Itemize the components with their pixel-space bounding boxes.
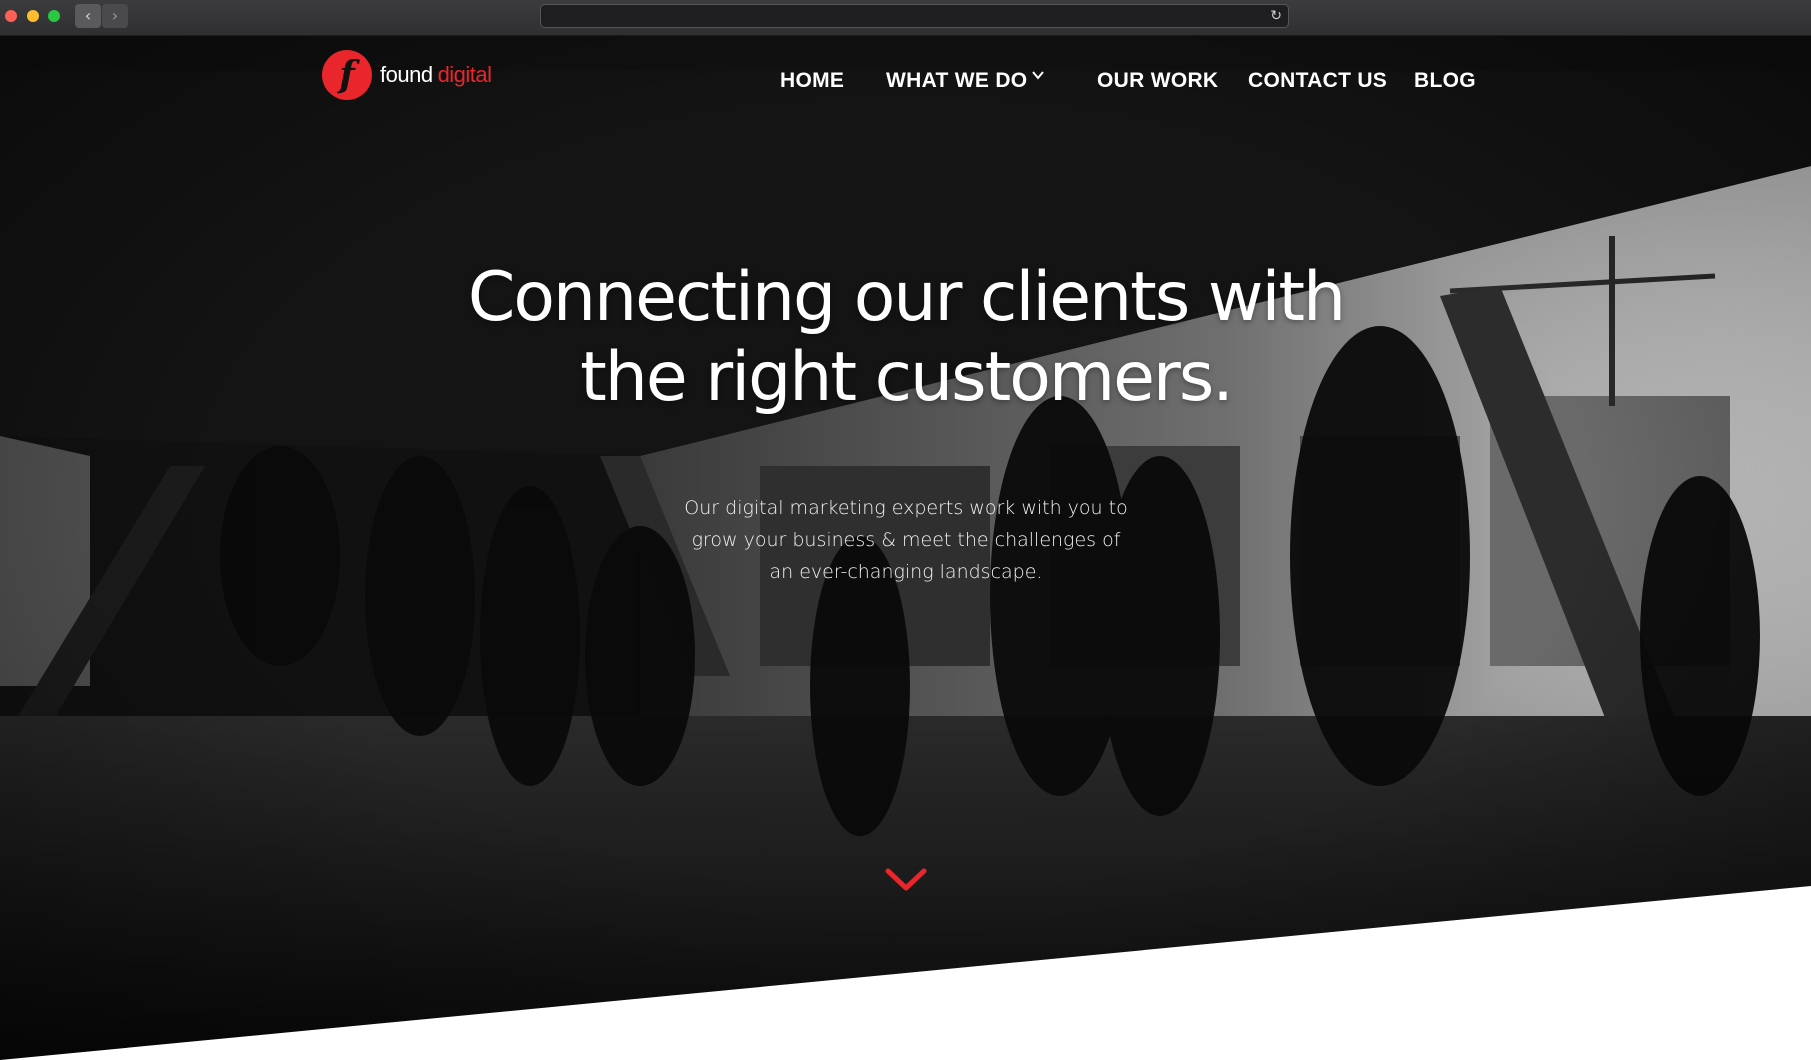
headline-line-1: Connecting our clients with [467,258,1346,337]
nav-our-work-link[interactable]: OUR WORK [1097,66,1218,96]
subtext-line-1: Our digital marketing experts work with … [684,497,1128,519]
logo-icon: f [322,50,372,100]
brand-logo[interactable]: f found digital [322,49,492,101]
brand-name: found digital [380,62,492,88]
reload-icon[interactable]: ↻ [1270,7,1282,25]
chevron-down-icon[interactable] [1031,68,1045,82]
scroll-down-chevron-icon[interactable] [884,866,928,894]
headline-line-2: the right customers. [580,338,1234,417]
close-window-button[interactable] [5,10,17,22]
back-arrow-icon[interactable]: ‹ [75,4,101,28]
hero-section: f found digital HOME WHAT WE DO OUR WORK … [0,36,1811,1060]
subtext-line-2: grow your business & meet the challenges… [691,529,1121,551]
address-bar[interactable]: ↻ [540,4,1289,28]
hero-headline: Connecting our clients with the right cu… [400,258,1412,418]
logo-letter: f [339,54,355,96]
browser-toolbar: ‹ › ↻ [0,0,1811,36]
nav-what-we-do-link[interactable]: WHAT WE DO [886,66,1027,96]
nav-contact-us-link[interactable]: CONTACT US [1248,66,1387,96]
maximize-window-button[interactable] [48,10,60,22]
nav-home-link[interactable]: HOME [780,66,844,96]
minimize-window-button[interactable] [27,10,39,22]
subtext-line-3: an ever-changing landscape. [769,561,1043,583]
hero-subtext: Our digital marketing experts work with … [620,492,1192,588]
nav-blog-link[interactable]: BLOG [1414,66,1476,96]
brand-name-part2: digital [437,62,492,87]
brand-name-part1: found [380,62,433,87]
forward-arrow-icon[interactable]: › [102,4,128,28]
